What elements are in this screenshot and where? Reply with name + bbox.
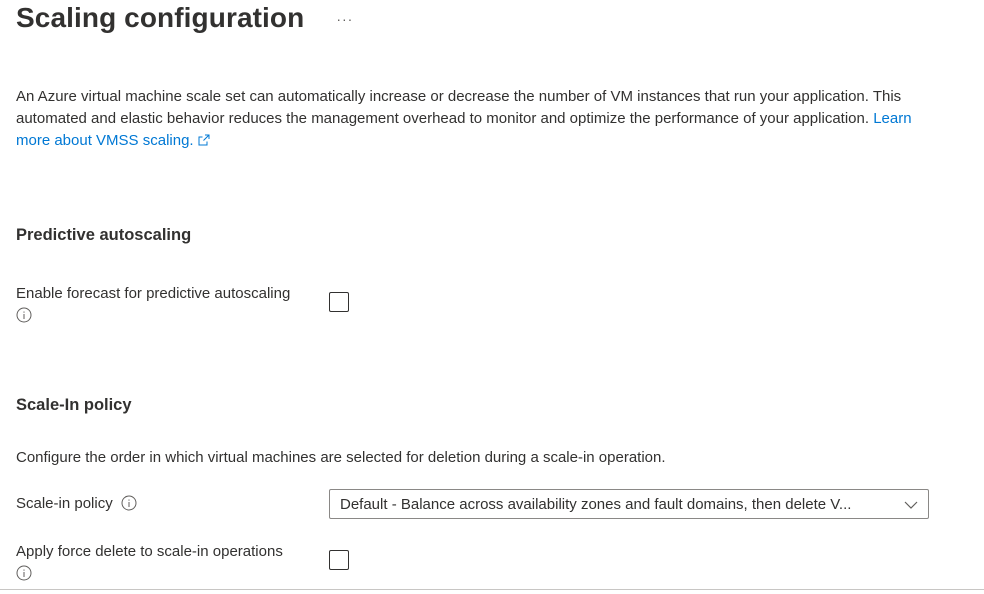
force-delete-label: Apply force delete to scale-in operation… — [16, 541, 316, 585]
bottom-divider — [0, 589, 984, 590]
info-icon[interactable] — [16, 307, 32, 323]
more-options-button[interactable]: ··· — [336, 11, 353, 27]
force-delete-checkbox[interactable] — [329, 550, 349, 570]
scale-in-policy-heading: Scale-In policy — [16, 396, 132, 414]
intro-text: An Azure virtual machine scale set can a… — [16, 88, 902, 127]
external-link-icon — [198, 131, 210, 153]
scale-in-policy-label: Scale-in policy — [16, 493, 137, 515]
predictive-autoscaling-heading: Predictive autoscaling — [16, 226, 192, 244]
chevron-down-icon — [904, 498, 918, 510]
page-title: Scaling configuration — [16, 2, 305, 33]
scale-in-policy-value: Default - Balance across availability zo… — [340, 495, 852, 513]
scale-in-policy-dropdown[interactable]: Default - Balance across availability zo… — [329, 489, 929, 519]
forecast-label-text: Enable forecast for predictive autoscali… — [16, 285, 291, 302]
intro-paragraph: An Azure virtual machine scale set can a… — [16, 86, 946, 153]
forecast-checkbox[interactable] — [329, 292, 349, 312]
scaling-configuration-page: Scaling configuration ··· An Azure virtu… — [0, 0, 984, 594]
title-row: Scaling configuration ··· — [16, 2, 353, 34]
scale-in-policy-label-text: Scale-in policy — [16, 495, 113, 512]
forecast-label: Enable forecast for predictive autoscali… — [16, 283, 316, 327]
info-icon[interactable] — [16, 565, 32, 581]
force-delete-label-text: Apply force delete to scale-in operation… — [16, 543, 283, 560]
info-icon[interactable] — [121, 495, 137, 511]
scale-in-description: Configure the order in which virtual mac… — [16, 449, 666, 466]
